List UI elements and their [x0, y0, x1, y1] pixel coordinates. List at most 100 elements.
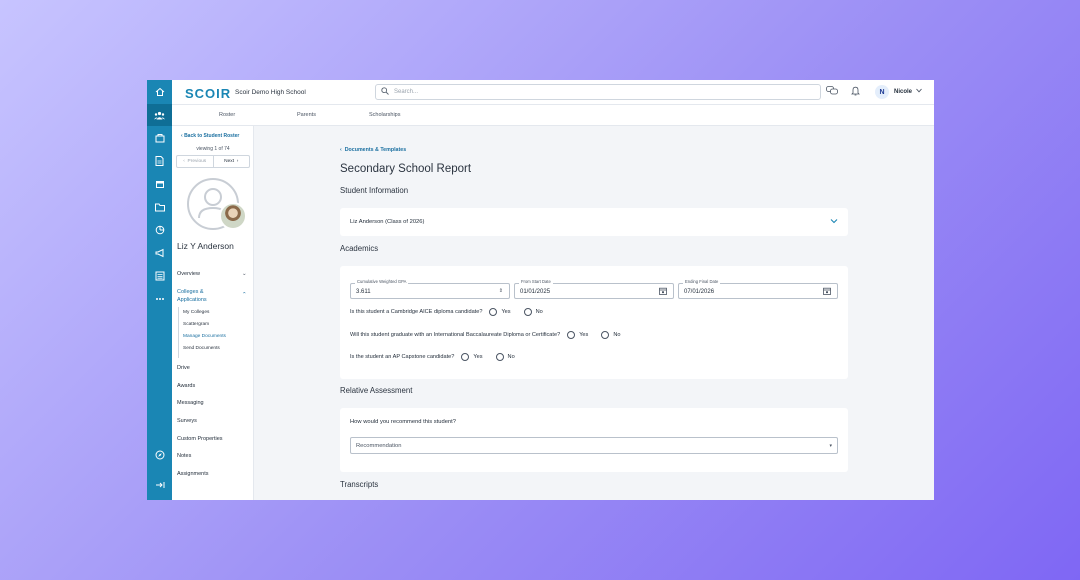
next-button[interactable]: Next › — [214, 156, 250, 167]
student-name: Liz Y Anderson — [177, 241, 234, 251]
sidebar-item-overview[interactable]: Overview — [177, 271, 200, 277]
sidebar-item-messaging[interactable]: Messaging — [177, 400, 204, 406]
sub-nav: Roster Parents Scholarships — [172, 105, 934, 126]
student-information-heading: Student Information — [340, 186, 409, 195]
start-date-value: 01/01/2025 — [520, 289, 551, 295]
ib-question-text: Will this student graduate with an Inter… — [350, 332, 561, 338]
aice-no-label[interactable]: No — [536, 309, 543, 315]
recommendation-placeholder: Recommendation — [356, 443, 402, 449]
top-bar: SCOIR Scoir Demo High School Search... N… — [172, 80, 934, 105]
ap-question: Is the student an AP Capstone candidate?… — [350, 353, 521, 361]
user-avatar[interactable]: N — [875, 85, 889, 99]
ib-yes-radio[interactable] — [567, 331, 576, 339]
chevron-up-icon[interactable]: ⌃ — [242, 292, 247, 298]
caret-down-icon[interactable]: ▾ — [829, 443, 832, 449]
ap-no-label[interactable]: No — [508, 354, 515, 360]
start-date-label: From Start Date — [519, 279, 553, 284]
tab-roster[interactable]: Roster — [219, 112, 235, 118]
recommend-question: How would you recommend this student? — [350, 419, 457, 425]
end-date-label: Ending Final Date — [683, 279, 721, 284]
sidebar-item-surveys[interactable]: Surveys — [177, 418, 197, 424]
relative-assessment-heading: Relative Assessment — [340, 386, 413, 395]
home-icon[interactable] — [147, 81, 172, 103]
academics-heading: Academics — [340, 244, 379, 253]
student-photo[interactable] — [219, 202, 247, 230]
chevron-down-icon[interactable] — [916, 88, 922, 95]
logout-icon[interactable] — [147, 474, 172, 496]
aice-question: Is this student a Cambridge AICE diploma… — [350, 308, 549, 316]
tab-scholarships[interactable]: Scholarships — [369, 112, 401, 118]
stepper-icon[interactable]: ⇕ — [499, 288, 503, 294]
recommendation-card: How would you recommend this student? Re… — [340, 408, 848, 472]
sidebar-item-notes[interactable]: Notes — [177, 453, 191, 459]
compass-icon[interactable] — [147, 444, 172, 466]
sidebar-item-colleges-line2[interactable]: Applications — [177, 297, 207, 303]
student-select-value: Liz Anderson (Class of 2026) — [350, 219, 425, 225]
sidebar-item-assignments[interactable]: Assignments — [177, 471, 209, 477]
school-name: Scoir Demo High School — [235, 89, 306, 96]
more-icon[interactable] — [147, 288, 172, 310]
sidebar-item-send-documents[interactable]: Send Documents — [183, 346, 220, 351]
sidebar-item-awards[interactable]: Awards — [177, 383, 195, 389]
calendar-icon[interactable] — [659, 287, 667, 297]
gpa-field[interactable]: Cumulative Weighted GPA 3.611 ⇕ — [350, 279, 510, 299]
sidebar-item-scattergram[interactable]: Scattergram — [183, 322, 209, 327]
list-icon[interactable] — [147, 265, 172, 287]
main-content: ‹ Documents & Templates Secondary School… — [254, 126, 934, 500]
chevron-down-icon[interactable] — [830, 217, 838, 226]
ib-no-label[interactable]: No — [613, 332, 620, 338]
ap-no-radio[interactable] — [495, 353, 504, 361]
document-icon[interactable] — [147, 150, 172, 172]
academics-card: Cumulative Weighted GPA 3.611 ⇕ From Sta… — [340, 266, 848, 379]
sidebar-item-custom-properties[interactable]: Custom Properties — [177, 436, 223, 442]
end-date-value: 07/01/2026 — [684, 289, 715, 295]
end-date-field[interactable]: Ending Final Date 07/01/2026 — [678, 279, 838, 299]
people-icon[interactable] — [147, 104, 172, 126]
app-window: SCOIR Scoir Demo High School Search... N… — [147, 80, 934, 500]
pager: ‹ Previous Next › — [176, 155, 250, 168]
ib-no-radio[interactable] — [601, 331, 610, 339]
chat-icon[interactable] — [826, 86, 838, 97]
student-sidebar: ‹ Back to Student Roster viewing 1 of 74… — [172, 126, 254, 500]
previous-button[interactable]: ‹ Previous — [177, 156, 214, 167]
ib-question: Will this student graduate with an Inter… — [350, 331, 626, 339]
aice-yes-radio[interactable] — [489, 308, 498, 316]
bell-icon[interactable] — [851, 86, 860, 98]
gpa-label: Cumulative Weighted GPA — [355, 279, 409, 284]
start-date-field[interactable]: From Start Date 01/01/2025 — [514, 279, 674, 299]
sidebar-item-manage-documents[interactable]: Manage Documents — [183, 334, 226, 339]
back-to-roster-link[interactable]: ‹ Back to Student Roster — [181, 133, 239, 139]
megaphone-icon[interactable] — [147, 242, 172, 264]
user-name[interactable]: Nicole — [894, 89, 912, 95]
chevron-down-icon[interactable]: ⌄ — [242, 271, 247, 277]
student-select[interactable]: Liz Anderson (Class of 2026) — [340, 208, 848, 236]
recommendation-select[interactable]: Recommendation ▾ — [350, 437, 838, 454]
ap-question-text: Is the student an AP Capstone candidate? — [350, 354, 455, 360]
sidebar-item-my-colleges[interactable]: My Colleges — [183, 310, 209, 315]
calendar-icon[interactable] — [147, 173, 172, 195]
school-icon[interactable] — [147, 127, 172, 149]
tab-parents[interactable]: Parents — [297, 112, 316, 118]
breadcrumb[interactable]: ‹ Documents & Templates — [340, 147, 406, 153]
sidebar-item-colleges-line1[interactable]: Colleges & — [177, 289, 204, 295]
calendar-icon[interactable] — [823, 287, 831, 297]
page-title: Secondary School Report — [340, 163, 472, 175]
scoir-logo[interactable]: SCOIR — [185, 86, 231, 101]
folder-icon[interactable] — [147, 196, 172, 218]
transcripts-heading: Transcripts — [340, 480, 379, 489]
ap-yes-radio[interactable] — [461, 353, 470, 361]
ap-yes-label[interactable]: Yes — [473, 354, 482, 360]
aice-question-text: Is this student a Cambridge AICE diploma… — [350, 309, 483, 315]
left-rail — [147, 80, 172, 500]
chart-icon[interactable] — [147, 219, 172, 241]
search-icon — [381, 87, 389, 97]
search-input[interactable]: Search... — [375, 84, 821, 100]
gpa-value: 3.611 — [356, 289, 371, 295]
aice-no-radio[interactable] — [523, 308, 532, 316]
colleges-submenu: My Colleges Scattergram Manage Documents… — [178, 307, 248, 358]
ib-yes-label[interactable]: Yes — [579, 332, 588, 338]
sidebar-item-drive[interactable]: Drive — [177, 365, 190, 371]
aice-yes-label[interactable]: Yes — [501, 309, 510, 315]
viewing-count: viewing 1 of 74 — [196, 146, 230, 152]
search-placeholder: Search... — [394, 89, 419, 95]
